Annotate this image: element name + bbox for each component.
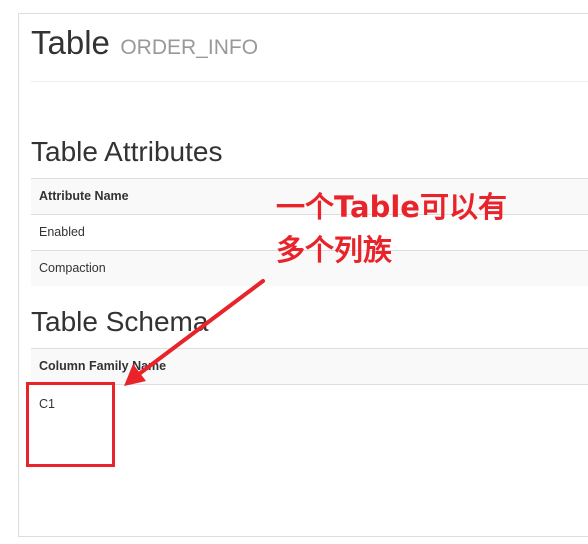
annotation-arrow-icon bbox=[124, 279, 265, 386]
